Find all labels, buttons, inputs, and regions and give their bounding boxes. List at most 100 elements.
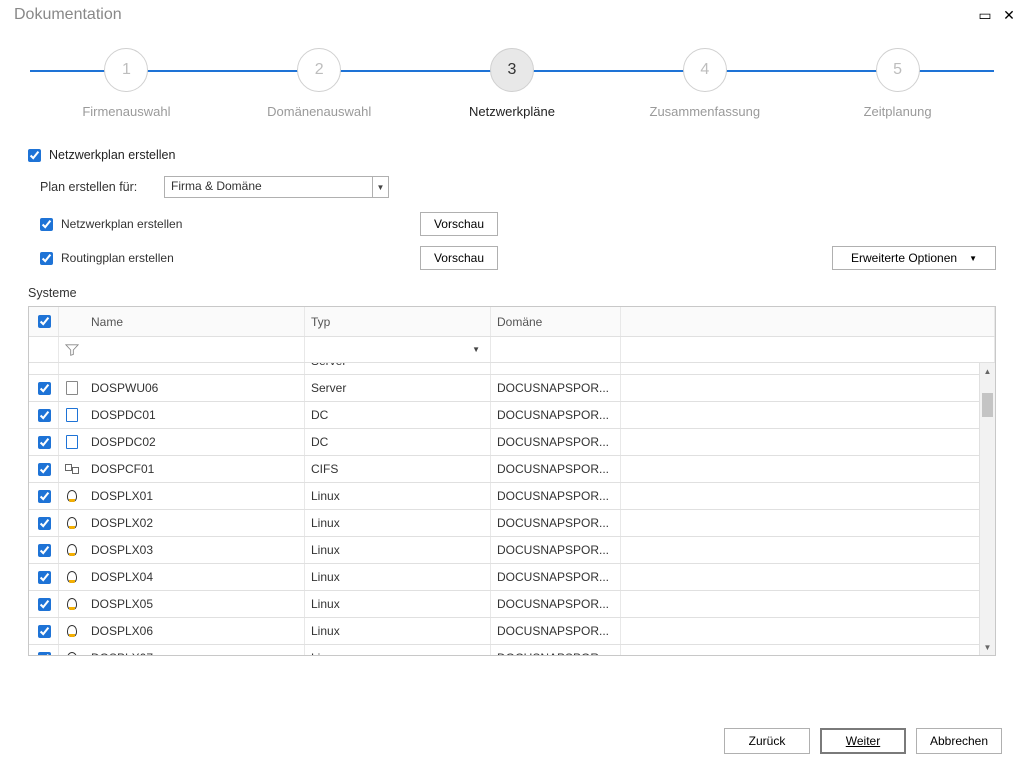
table-row[interactable]: DOSPDC01DCDOCUSNAPSPOR...	[29, 402, 995, 429]
wizard-stepper: 1Firmenauswahl2Domänenauswahl3Netzwerkpl…	[30, 48, 994, 138]
row-checkbox[interactable]	[38, 544, 51, 557]
scroll-up-icon[interactable]: ▲	[980, 363, 995, 379]
row-typ: Linux	[305, 645, 491, 655]
chevron-down-icon[interactable]: ▼	[472, 345, 484, 354]
row-typ: DC	[305, 402, 491, 428]
row-domain: DOCUSNAPSPOR...	[491, 591, 621, 617]
row-domain: DOCUSNAPSPOR...	[491, 510, 621, 536]
table-row[interactable]: DOSPCF01CIFSDOCUSNAPSPOR...	[29, 456, 995, 483]
table-row[interactable]: DOSPLX02LinuxDOCUSNAPSPOR...	[29, 510, 995, 537]
routingplan-preview-button[interactable]: Vorschau	[420, 246, 498, 270]
next-button[interactable]: Weiter	[820, 728, 906, 754]
networkplan-preview-button[interactable]: Vorschau	[420, 212, 498, 236]
row-checkbox[interactable]	[38, 625, 51, 638]
advanced-options-label: Erweiterte Optionen	[851, 251, 957, 265]
step-number: 5	[876, 48, 920, 92]
row-typ: Linux	[305, 537, 491, 563]
table-row[interactable]: DOSPLX01LinuxDOCUSNAPSPOR...	[29, 483, 995, 510]
row-checkbox[interactable]	[38, 382, 51, 395]
header-name[interactable]: Name	[85, 307, 305, 336]
plan-for-selected-value: Firma & Domäne	[165, 177, 372, 197]
scroll-down-icon[interactable]: ▼	[980, 639, 995, 655]
filter-rest-cell	[621, 337, 995, 362]
row-name: DOSPCF01	[85, 456, 305, 482]
title-bar: Dokumentation ▭ ✕	[0, 0, 1024, 30]
filter-domain-input[interactable]	[497, 342, 614, 358]
grid-header: Name Typ Domäne	[29, 307, 995, 337]
table-row[interactable]: DOSPLX03LinuxDOCUSNAPSPOR...	[29, 537, 995, 564]
row-domain: DOCUSNAPSPOR...	[491, 537, 621, 563]
table-row[interactable]: DOSPWU06ServerDOCUSNAPSPOR...	[29, 375, 995, 402]
wizard-step[interactable]: 2Domänenauswahl	[223, 48, 416, 119]
wizard-footer: Zurück Weiter Abbrechen	[724, 728, 1002, 754]
filter-typ-input[interactable]	[311, 342, 472, 358]
row-checkbox[interactable]	[38, 490, 51, 503]
header-domain[interactable]: Domäne	[491, 307, 621, 336]
step-label: Domänenauswahl	[267, 104, 371, 119]
linux-icon	[65, 489, 79, 503]
row-domain: DOCUSNAPSPOR...	[491, 483, 621, 509]
row-name: DOSPLX04	[85, 564, 305, 590]
filter-chk-cell	[29, 337, 59, 362]
row-domain: DOCUSNAPSPOR...	[491, 645, 621, 655]
row-domain: DOCUSNAPSPOR...	[491, 402, 621, 428]
wizard-step[interactable]: 5Zeitplanung	[801, 48, 994, 119]
select-all-checkbox[interactable]	[38, 315, 51, 328]
table-row[interactable]: DOSPLX04LinuxDOCUSNAPSPOR...	[29, 564, 995, 591]
row-name: DOSPDC01	[85, 402, 305, 428]
filter-name-input[interactable]	[91, 342, 298, 358]
row-checkbox[interactable]	[38, 409, 51, 422]
table-row[interactable]: DOSPLX07LinuxDOCUSNAPSPOR...	[29, 645, 995, 655]
create-networkplan-master-checkbox[interactable]	[28, 149, 41, 162]
step-number: 4	[683, 48, 727, 92]
next-button-label: Weiter	[846, 734, 880, 748]
step-number: 3	[490, 48, 534, 92]
row-checkbox[interactable]	[38, 463, 51, 476]
plan-for-select[interactable]: Firma & Domäne ▼	[164, 176, 389, 198]
row-typ: Linux	[305, 564, 491, 590]
systems-label: Systeme	[28, 286, 996, 300]
row-checkbox[interactable]	[38, 517, 51, 530]
cancel-button[interactable]: Abbrechen	[916, 728, 1002, 754]
window-title: Dokumentation	[14, 6, 122, 24]
linux-icon	[65, 651, 79, 655]
table-row-partial: Server	[29, 363, 995, 375]
maximize-icon[interactable]: ▭	[978, 8, 992, 22]
networkplan-checkbox[interactable]	[40, 218, 53, 231]
networkplan-label: Netzwerkplan erstellen	[61, 217, 182, 231]
row-typ: Linux	[305, 591, 491, 617]
cifs-icon	[65, 464, 79, 474]
row-name: DOSPLX05	[85, 591, 305, 617]
header-rest	[621, 307, 995, 336]
row-name: DOSPLX06	[85, 618, 305, 644]
row-name: DOSPLX01	[85, 483, 305, 509]
row-domain: DOCUSNAPSPOR...	[491, 429, 621, 455]
table-row[interactable]: DOSPLX06LinuxDOCUSNAPSPOR...	[29, 618, 995, 645]
plan-for-label: Plan erstellen für:	[40, 180, 164, 194]
row-checkbox[interactable]	[38, 652, 51, 656]
filter-icon[interactable]	[65, 343, 79, 357]
header-typ[interactable]: Typ	[305, 307, 491, 336]
row-checkbox[interactable]	[38, 436, 51, 449]
row-checkbox[interactable]	[38, 571, 51, 584]
routingplan-checkbox[interactable]	[40, 252, 53, 265]
wizard-step[interactable]: 1Firmenauswahl	[30, 48, 223, 119]
scroll-thumb[interactable]	[982, 393, 993, 417]
table-row[interactable]: DOSPDC02DCDOCUSNAPSPOR...	[29, 429, 995, 456]
row-checkbox[interactable]	[38, 598, 51, 611]
grid-filter-row: ▼	[29, 337, 995, 363]
close-icon[interactable]: ✕	[1002, 8, 1016, 22]
wizard-step[interactable]: 3Netzwerkpläne	[416, 48, 609, 119]
table-row[interactable]: DOSPLX05LinuxDOCUSNAPSPOR...	[29, 591, 995, 618]
row-name: DOSPLX03	[85, 537, 305, 563]
row-typ: Server	[305, 375, 491, 401]
wizard-step[interactable]: 4Zusammenfassung	[608, 48, 801, 119]
row-domain: DOCUSNAPSPOR...	[491, 375, 621, 401]
host-icon	[66, 381, 78, 395]
linux-icon	[65, 624, 79, 638]
advanced-options-button[interactable]: Erweiterte Optionen ▼	[832, 246, 996, 270]
row-name: DOSPDC02	[85, 429, 305, 455]
chevron-down-icon[interactable]: ▼	[372, 177, 388, 197]
back-button[interactable]: Zurück	[724, 728, 810, 754]
vertical-scrollbar[interactable]: ▲ ▼	[979, 363, 995, 655]
